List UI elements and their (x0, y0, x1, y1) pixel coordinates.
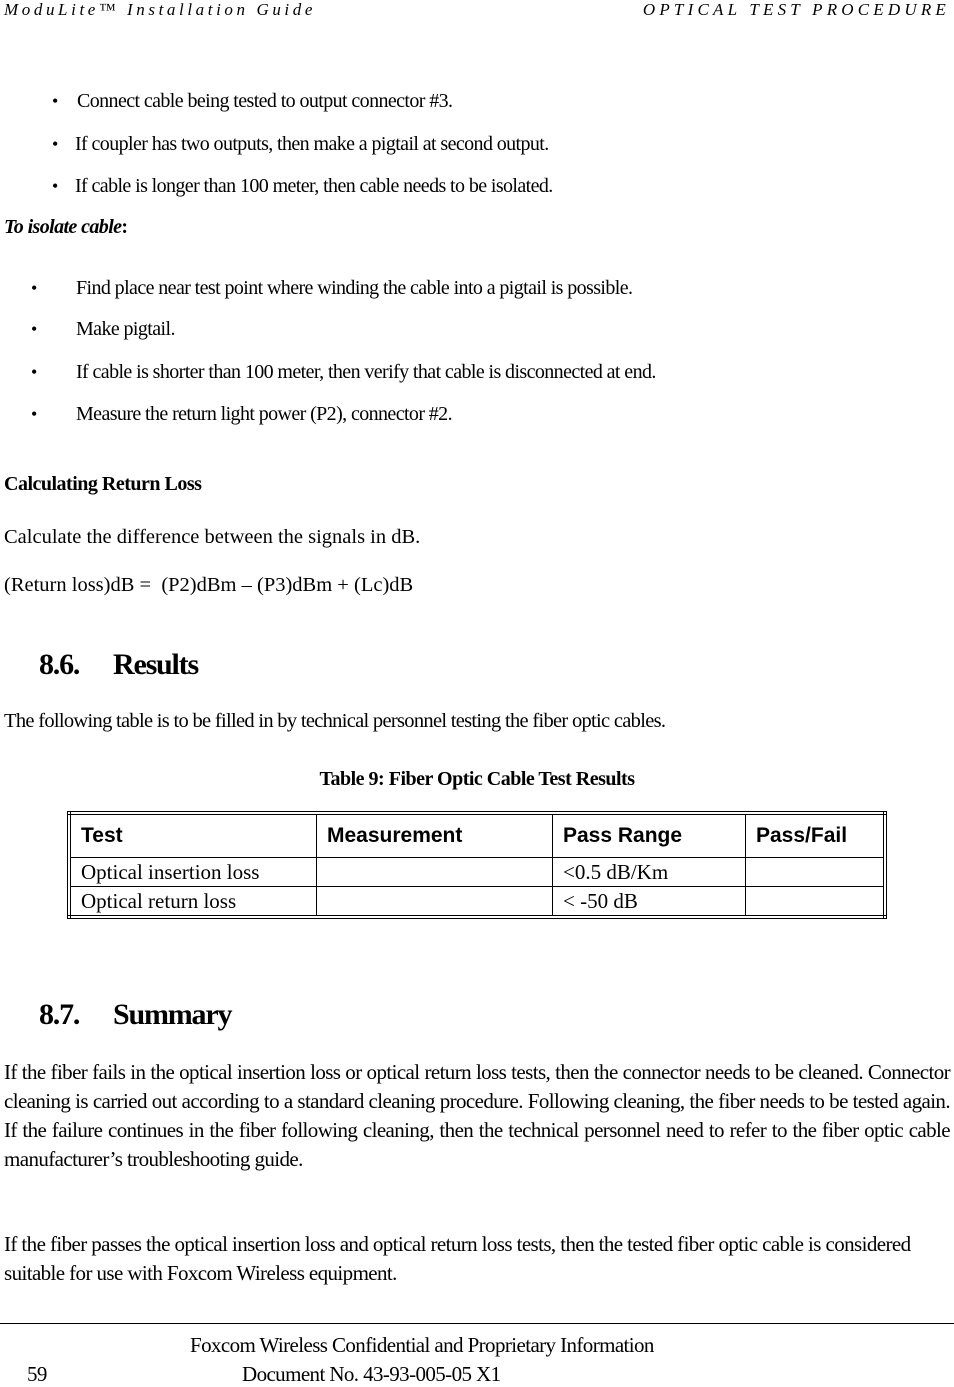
cell-pass-range: <0.5 dB/Km (552, 857, 746, 887)
section-heading-summary: 8.7. Summary (39, 998, 232, 1032)
list-item-text: Find place near test point where winding… (76, 277, 633, 299)
list-item: • Find place near test point where windi… (31, 277, 633, 300)
bullet-icon: • (31, 278, 37, 298)
list-item-text: Make pigtail. (76, 318, 175, 340)
section-title: Summary (113, 998, 232, 1031)
list-item-text: If cable is longer than 100 meter, then … (75, 175, 553, 197)
bullet-icon: • (52, 176, 58, 196)
results-intro: The following table is to be filled in b… (4, 710, 666, 732)
cell-pass-range: < -50 dB (552, 886, 746, 918)
cell-pass-fail (745, 886, 886, 918)
cell-measurement (316, 857, 553, 887)
return-loss-formula: (Return loss)dB = (P2)dBm – (P3)dBm + (L… (4, 574, 414, 596)
cell-test: Optical return loss (68, 886, 317, 918)
list-item-text: If coupler has two outputs, then make a … (75, 133, 549, 155)
bullet-icon: • (52, 134, 58, 154)
isolate-heading-colon: : (121, 216, 128, 238)
isolate-heading-text: To isolate cable (4, 216, 122, 238)
bullet-icon: • (52, 91, 58, 111)
calculating-heading: Calculating Return Loss (4, 473, 202, 495)
running-header-title: ModuLite™ Installation Guide (4, 0, 317, 19)
calculating-text: Calculate the difference between the sig… (4, 526, 421, 548)
cell-measurement (316, 886, 553, 918)
cell-pass-fail (745, 857, 886, 887)
cell-test: Optical insertion loss (68, 857, 317, 887)
bullet-icon: • (31, 319, 37, 339)
list-item: • If cable is longer than 100 meter, the… (52, 175, 553, 198)
table-caption: Table 9: Fiber Optic Cable Test Results (319, 768, 635, 790)
column-header-measurement: Measurement (316, 812, 553, 858)
section-number: 8.6. (39, 648, 80, 681)
section-number: 8.7. (39, 998, 80, 1031)
page-number: 59 (27, 1362, 47, 1386)
column-header-test: Test (68, 812, 317, 858)
section-heading-results: 8.6. Results (39, 648, 199, 682)
isolate-heading: To isolate cable: (4, 216, 128, 239)
footer-confidential: Foxcom Wireless Confidential and Proprie… (190, 1333, 654, 1357)
list-item: • If coupler has two outputs, then make … (52, 133, 549, 156)
table-header-row: Test Measurement Pass Range Pass/Fail (68, 812, 886, 858)
table-row: Optical return loss < -50 dB (68, 886, 886, 918)
column-header-pass-range: Pass Range (552, 812, 746, 858)
test-results-table: Test Measurement Pass Range Pass/Fail Op… (67, 811, 887, 919)
running-header-section: OPTICAL TEST PROCEDURE (642, 0, 950, 19)
list-item-text: Measure the return light power (P2), con… (76, 403, 453, 425)
table-row: Optical insertion loss <0.5 dB/Km (68, 857, 886, 887)
footer-divider (0, 1323, 954, 1324)
section-title: Results (113, 648, 199, 681)
list-item-text: If cable is shorter than 100 meter, then… (76, 361, 656, 383)
summary-paragraph-pass: If the fiber passes the optical insertio… (4, 1232, 911, 1285)
list-item: • Make pigtail. (31, 318, 175, 341)
list-item-text: Connect cable being tested to output con… (77, 90, 453, 112)
list-item: • If cable is shorter than 100 meter, th… (31, 361, 656, 384)
list-item: • Connect cable being tested to output c… (52, 90, 453, 113)
bullet-icon: • (31, 404, 37, 424)
document-number: Document No. 43-93-005-05 X1 (242, 1362, 501, 1386)
list-item: • Measure the return light power (P2), c… (31, 403, 453, 426)
summary-paragraph-fail: If the fiber fails in the optical insert… (4, 1060, 951, 1171)
bullet-icon: • (31, 362, 37, 382)
column-header-pass-fail: Pass/Fail (745, 812, 886, 858)
